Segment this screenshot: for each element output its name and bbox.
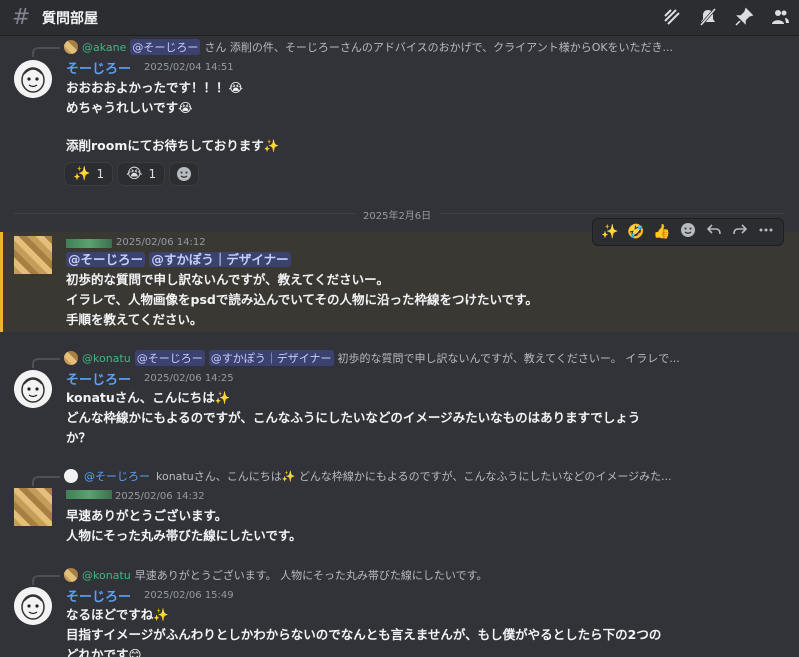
avatar[interactable] [14, 60, 52, 98]
message-line: イラレで、人物画像をpsdで読み込んでいてその人物に沿った枠線をつけたいです。 [66, 292, 538, 307]
reply-preview[interactable]: @そーじろー konatuさん、こんにちは✨ どんな枠線かにもよるのですが、こん… [64, 468, 672, 484]
reply-author[interactable]: @akane [82, 41, 126, 54]
message-item: @konatu @そーじろー @すかぽう｜デザイナー 初歩的な質問で申し訳ないん… [0, 348, 799, 448]
reply-avatar [64, 469, 78, 483]
message-line: @そーじろー @すかぽう｜デザイナー [66, 250, 291, 270]
message-line: めちゃうれしいです😭 [66, 100, 193, 115]
reaction-count: 1 [148, 167, 157, 181]
reaction-count: 1 [96, 167, 105, 181]
sparkles-emoji: ✨ [73, 166, 91, 182]
pin-icon[interactable] [733, 6, 755, 28]
timestamp[interactable]: 2025/02/04 14:51 [144, 62, 234, 73]
reply-connector [32, 476, 60, 486]
message-line: 初歩的な質問で申し訳ないんですが、教えてくださいー。 [66, 272, 390, 287]
author-name[interactable]: そーじろー [66, 369, 131, 388]
add-reaction-button[interactable] [169, 162, 200, 186]
date-divider-label: 2025年2月6日 [355, 207, 440, 222]
reply-connector [32, 358, 60, 368]
reply-icon[interactable] [703, 222, 725, 242]
quick-react-thumbsup[interactable]: 👍 [651, 224, 673, 240]
threads-icon[interactable] [661, 6, 683, 28]
mention[interactable]: @すかぽう｜デザイナー [149, 252, 291, 267]
reply-avatar [64, 40, 78, 54]
message-line: どれかです😊 [66, 647, 142, 657]
reply-preview[interactable]: @konatu 早速ありがとうございます。 人物にそった丸み帯びた線にしたいです… [64, 567, 487, 583]
reply-mention[interactable]: @そーじろー [130, 39, 201, 55]
reply-text: 早速ありがとうございます。 人物にそった丸み帯びた線にしたいです。 [134, 569, 488, 582]
message-line: なるほどですね✨ [66, 607, 169, 622]
author-name[interactable] [66, 239, 112, 248]
reaction-crying[interactable]: 😭 1 [117, 162, 166, 186]
avatar[interactable] [14, 236, 52, 274]
timestamp[interactable]: 2025/02/06 15:49 [144, 590, 234, 601]
author-name[interactable] [66, 490, 112, 499]
reply-text: さん 添削の件、そーじろーさんのアドバイスのおかげで、クライアント様からOKをい… [204, 41, 674, 54]
reply-connector [32, 575, 60, 585]
add-reaction-icon [177, 167, 192, 181]
add-reaction-icon[interactable] [677, 222, 699, 242]
message-item: @konatu 早速ありがとうございます。 人物にそった丸み帯びた線にしたいです… [0, 565, 799, 657]
reply-text: konatuさん、こんにちは✨ どんな枠線かにもよるのですが、こんなふうにしたい… [156, 470, 672, 483]
reply-avatar [64, 351, 78, 365]
timestamp[interactable]: 2025/02/06 14:25 [144, 373, 234, 384]
message-line: おおおおよかったです！！！😭 [66, 80, 244, 95]
reply-author[interactable]: @konatu [82, 352, 131, 365]
header-toolbar [661, 6, 791, 28]
quick-react-sparkles[interactable]: ✨ [599, 224, 621, 240]
avatar[interactable] [14, 370, 52, 408]
channel-header: # 質問部屋 [0, 0, 799, 36]
reply-author[interactable]: @konatu [82, 569, 131, 582]
message-line: 人物にそった丸み帯びた線にしたいです。 [66, 528, 302, 543]
message-line: か？ [66, 430, 92, 445]
reply-connector [32, 47, 60, 57]
quick-react-rofl[interactable]: 🤣 [625, 224, 647, 240]
mute-icon[interactable] [697, 6, 719, 28]
message-actions-toolbar: ✨ 🤣 👍 [592, 218, 784, 246]
author-name[interactable]: そーじろー [66, 58, 131, 77]
channel-title: 質問部屋 [42, 10, 98, 27]
reply-mention[interactable]: @すかぽう｜デザイナー [208, 350, 334, 366]
message-line: 添削roomにてお待ちしております✨ [66, 138, 280, 153]
message-item: @akane @そーじろー さん 添削の件、そーじろーさんのアドバイスのおかげで… [0, 36, 799, 196]
message-line: 目指すイメージがふんわりとしかわからないのでなんとも言えませんが、もし僕がやると… [66, 627, 662, 642]
avatar[interactable] [14, 587, 52, 625]
reply-text: 初歩的な質問で申し訳ないんですが、教えてくださいー。 イラレで... [337, 352, 680, 365]
reply-preview[interactable]: @konatu @そーじろー @すかぽう｜デザイナー 初歩的な質問で申し訳ないん… [64, 350, 680, 366]
message-item-highlighted: 2025/02/06 14:12 @そーじろー @すかぽう｜デザイナー 初歩的な… [0, 232, 799, 332]
timestamp[interactable]: 2025/02/06 14:32 [115, 491, 205, 502]
more-icon[interactable] [755, 222, 777, 242]
reply-avatar [64, 568, 78, 582]
message-line: 早速ありがとうございます。 [66, 508, 228, 523]
message-line: konatuさん、こんにちは✨ [66, 390, 231, 405]
crying-emoji: 😭 [126, 166, 143, 182]
reply-mention[interactable]: @そーじろー [134, 350, 205, 366]
message-line: 手順を教えてください。 [66, 312, 203, 327]
avatar[interactable] [14, 488, 52, 526]
hash-icon: # [12, 5, 31, 30]
forward-icon[interactable] [729, 222, 751, 242]
members-icon[interactable] [769, 6, 791, 28]
reactions: ✨ 1 😭 1 [64, 162, 200, 186]
reply-preview[interactable]: @akane @そーじろー さん 添削の件、そーじろーさんのアドバイスのおかげで… [64, 39, 673, 55]
author-name[interactable]: そーじろー [66, 586, 131, 605]
message-item: @そーじろー konatuさん、こんにちは✨ どんな枠線かにもよるのですが、こん… [0, 466, 799, 556]
timestamp[interactable]: 2025/02/06 14:12 [116, 237, 206, 248]
reply-author[interactable]: @そーじろー [82, 468, 152, 484]
message-line: どんな枠線かにもよるのですが、こんなふうにしたいなどのイメージみたいなものはあり… [66, 410, 641, 425]
mention[interactable]: @そーじろー [66, 252, 146, 267]
reaction-sparkles[interactable]: ✨ 1 [64, 162, 114, 186]
